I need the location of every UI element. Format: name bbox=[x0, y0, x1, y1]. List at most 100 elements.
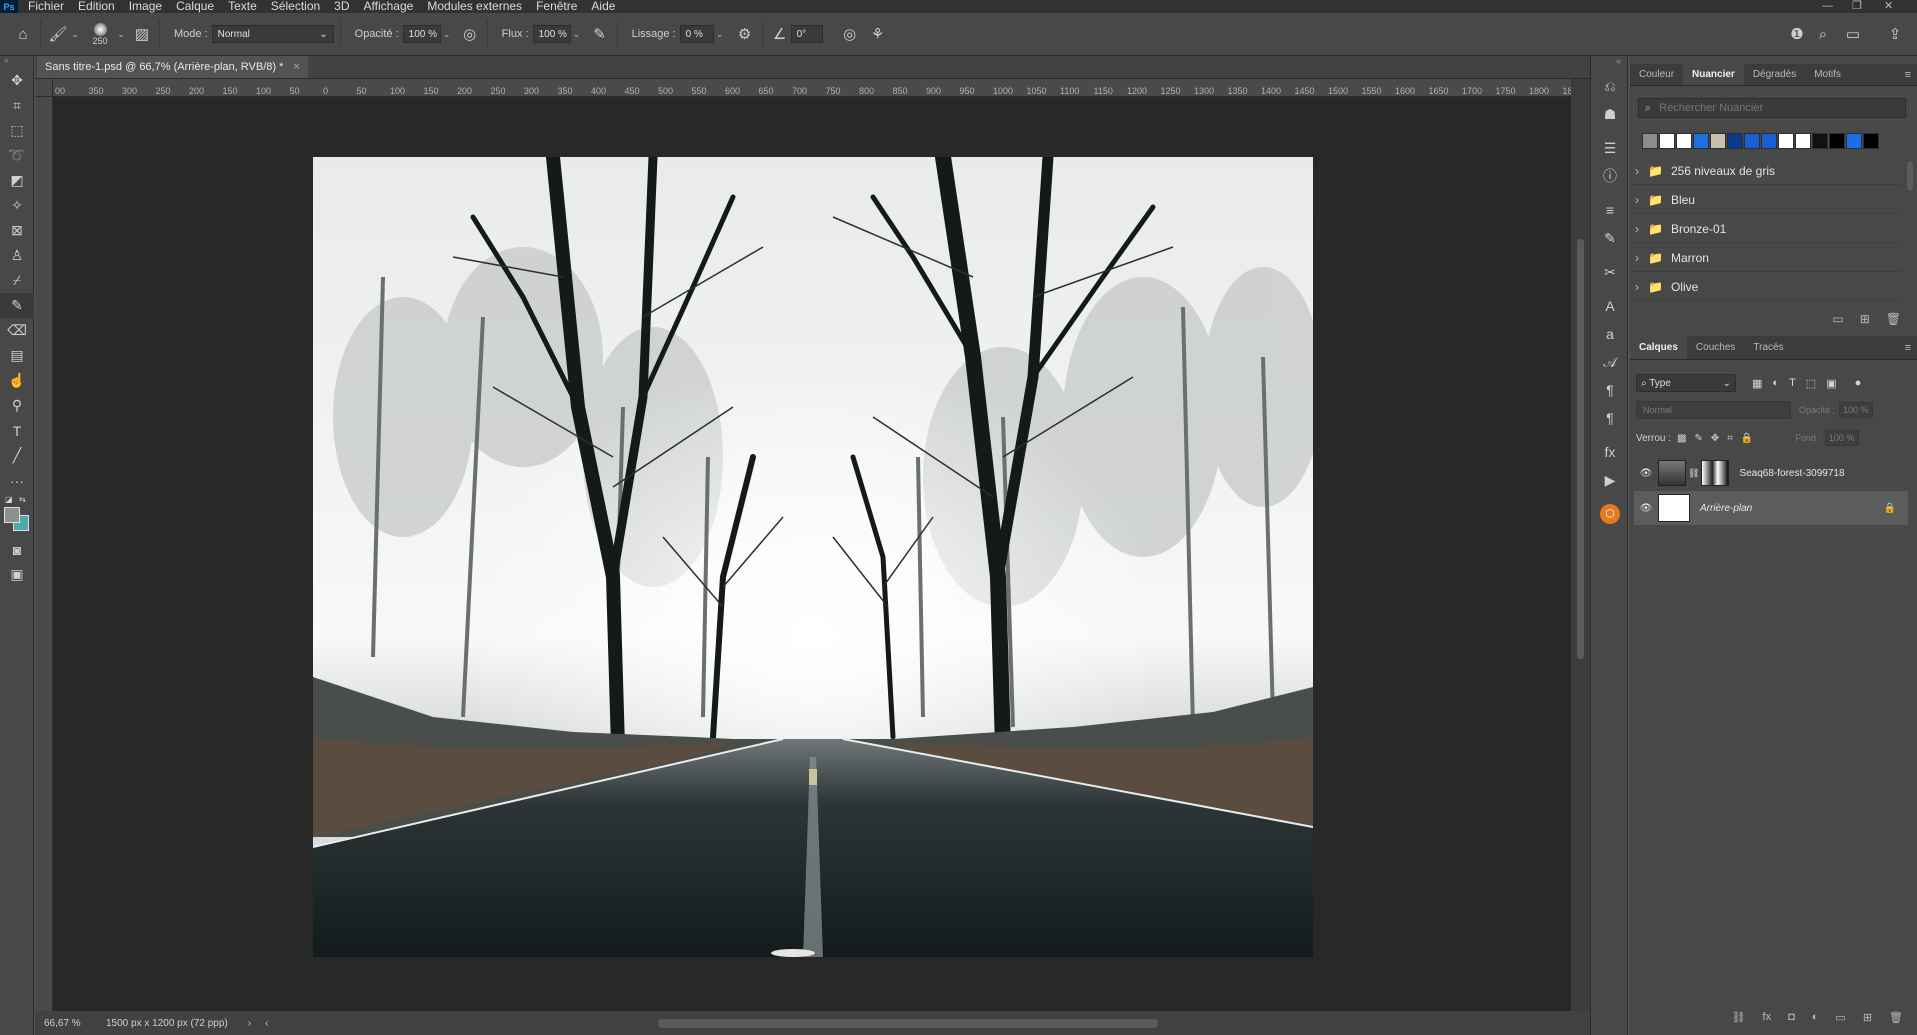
swatch-folder[interactable]: › 📁 Olive bbox=[1630, 273, 1902, 301]
color-swatch[interactable] bbox=[1659, 133, 1675, 149]
menu-modules-externes[interactable]: Modules externes bbox=[427, 0, 522, 13]
canvas-area[interactable] bbox=[53, 97, 1571, 1011]
tab-couleur[interactable]: Couleur bbox=[1630, 64, 1683, 85]
visibility-eye-icon[interactable]: 👁 bbox=[1634, 503, 1658, 514]
menu-edition[interactable]: Edition bbox=[78, 0, 115, 13]
link-layers-icon[interactable]: ⛓ bbox=[1732, 1011, 1746, 1024]
adjustments-icon[interactable]: ☰ bbox=[1591, 134, 1629, 162]
close-window-icon[interactable]: ✕ bbox=[1884, 0, 1893, 13]
filter-toggle-icon[interactable]: ● bbox=[1855, 377, 1862, 389]
glyphs-icon[interactable]: 𝒜 bbox=[1591, 348, 1629, 376]
marquee-tool-icon[interactable]: ⬚ bbox=[0, 118, 34, 143]
color-swatch[interactable] bbox=[1795, 133, 1811, 149]
tab-motifs[interactable]: Motifs bbox=[1805, 64, 1850, 85]
lock-all-icon[interactable]: 🔒 bbox=[1741, 433, 1753, 444]
pressure-size-icon[interactable]: ◎ bbox=[839, 23, 861, 45]
brushes-panel-icon[interactable]: ✎ bbox=[1591, 224, 1629, 252]
panel-menu-icon[interactable]: ≡ bbox=[1905, 336, 1917, 359]
swatch-folder[interactable]: › 📁 Bronze-01 bbox=[1630, 215, 1902, 243]
swatch-search-input[interactable] bbox=[1657, 101, 1878, 115]
color-swatch[interactable] bbox=[1829, 133, 1845, 149]
timeline-play-icon[interactable]: ▶ bbox=[1591, 466, 1629, 494]
flux-input[interactable]: 100 % bbox=[532, 25, 571, 43]
menu-texte[interactable]: Texte bbox=[228, 0, 257, 13]
new-swatch-icon[interactable]: ⊞ bbox=[1860, 312, 1870, 326]
color-picker[interactable]: ◪ ⇆ bbox=[0, 493, 33, 537]
angle-input[interactable]: 0° bbox=[790, 25, 823, 43]
tab-calques[interactable]: Calques bbox=[1630, 336, 1687, 359]
scroll-left-icon[interactable]: ‹ bbox=[265, 1018, 268, 1029]
color-swatch[interactable] bbox=[1761, 133, 1777, 149]
more-tools-icon[interactable]: ··· bbox=[0, 468, 34, 493]
menu-affichage[interactable]: Affichage bbox=[364, 0, 414, 13]
lock-pixels-icon[interactable]: ✎ bbox=[1694, 433, 1702, 444]
smoothing-input[interactable]: 0 % bbox=[679, 25, 714, 43]
color-swatch[interactable] bbox=[1744, 133, 1760, 149]
mode-select[interactable]: Normal ⌄ bbox=[211, 25, 334, 43]
minimize-icon[interactable]: — bbox=[1822, 0, 1833, 13]
default-colors-icon[interactable]: ◪ bbox=[5, 495, 13, 504]
menu-fichier[interactable]: Fichier bbox=[28, 0, 64, 13]
menu-3d[interactable]: 3D bbox=[334, 0, 349, 13]
visibility-eye-icon[interactable]: 👁 bbox=[1634, 468, 1658, 479]
character-styles-icon[interactable]: a bbox=[1591, 320, 1629, 348]
workspace-icon[interactable]: ▭ bbox=[1842, 23, 1864, 45]
chevron-down-icon[interactable]: ⌄ bbox=[714, 29, 726, 40]
move-tool-icon[interactable]: ✥ bbox=[0, 68, 34, 93]
color-swatch[interactable] bbox=[1863, 133, 1879, 149]
menu-calque[interactable]: Calque bbox=[176, 0, 214, 13]
chevron-down-icon[interactable]: ⌄ bbox=[441, 29, 453, 40]
menu-aide[interactable]: Aide bbox=[591, 0, 615, 13]
menu-selection[interactable]: Sélection bbox=[271, 0, 320, 13]
new-group-icon[interactable]: ▭ bbox=[1835, 1011, 1845, 1024]
symmetry-icon[interactable]: ⚘ bbox=[867, 23, 889, 45]
gradient-tool-icon[interactable]: ▤ bbox=[0, 343, 34, 368]
swap-colors-icon[interactable]: ⇆ bbox=[19, 495, 26, 504]
actions-icon[interactable]: ☗ bbox=[1591, 100, 1629, 128]
layer-name[interactable]: Arrière-plan bbox=[1700, 503, 1752, 514]
swatch-scroll-thumb[interactable] bbox=[1907, 161, 1913, 191]
info-icon[interactable]: ⓘ bbox=[1591, 162, 1629, 190]
tab-nuancier[interactable]: Nuancier bbox=[1683, 64, 1744, 85]
layer-row-selected[interactable]: 👁 Arrière-plan 🔒 bbox=[1634, 491, 1908, 525]
magic-wand-tool-icon[interactable]: ✧ bbox=[0, 193, 34, 218]
chevron-down-icon[interactable]: ⌄ bbox=[571, 29, 583, 40]
link-icon[interactable]: ⛓ bbox=[1688, 468, 1699, 479]
crop-tool-icon[interactable]: ⌗ bbox=[0, 93, 34, 118]
history-icon[interactable]: ⎌ bbox=[1591, 72, 1629, 100]
screen-mode-icon[interactable]: ▣ bbox=[0, 562, 34, 587]
paragraph-styles-icon[interactable]: ¶ bbox=[1591, 404, 1629, 432]
type-filter-icon[interactable]: T bbox=[1789, 377, 1796, 389]
quick-mask-icon[interactable]: ◙ bbox=[0, 537, 34, 562]
color-swatch[interactable] bbox=[1727, 133, 1743, 149]
learn-icon[interactable]: ❶ bbox=[1786, 23, 1808, 45]
vertical-scrollbar[interactable] bbox=[1571, 79, 1590, 1011]
ruler-origin[interactable] bbox=[35, 79, 53, 97]
trash-icon[interactable]: 🗑 bbox=[1886, 312, 1901, 326]
layer-mask-thumbnail[interactable] bbox=[1701, 460, 1730, 486]
eyedropper-tool-icon[interactable]: ⌿ bbox=[0, 268, 34, 293]
swatch-folder[interactable]: › 📁 Bleu bbox=[1630, 186, 1902, 214]
scroll-thumb[interactable] bbox=[1577, 239, 1584, 659]
collapse-panels-icon[interactable]: « bbox=[1591, 56, 1627, 72]
airbrush-icon[interactable]: ✎ bbox=[589, 23, 611, 45]
shape-filter-icon[interactable]: ⬚ bbox=[1806, 377, 1816, 390]
chevron-right-icon[interactable]: › bbox=[248, 1018, 251, 1029]
zoom-level[interactable]: 66,67 % bbox=[44, 1018, 102, 1029]
stamp-tool-icon[interactable]: ♙ bbox=[0, 243, 34, 268]
lock-artboard-icon[interactable]: ⌗ bbox=[1727, 433, 1733, 444]
adjustment-layer-icon[interactable]: ◐ bbox=[1812, 1011, 1819, 1023]
styles-icon[interactable]: fx bbox=[1591, 438, 1629, 466]
frame-tool-icon[interactable]: ⊠ bbox=[0, 218, 34, 243]
color-swatch[interactable] bbox=[1846, 133, 1862, 149]
opacity-input[interactable]: 100 % bbox=[402, 25, 441, 43]
clone-source-icon[interactable]: ✂ bbox=[1591, 258, 1629, 286]
layer-filter-select[interactable]: ⌕ Type ⌄ bbox=[1636, 374, 1736, 392]
chevron-down-icon[interactable]: ⌄ bbox=[115, 29, 127, 40]
character-icon[interactable]: A bbox=[1591, 292, 1629, 320]
color-swatch[interactable] bbox=[1812, 133, 1828, 149]
dodge-tool-icon[interactable]: ⚲ bbox=[0, 393, 34, 418]
pixel-filter-icon[interactable]: ▦ bbox=[1752, 377, 1762, 390]
document-tab[interactable]: Sans titre-1.psd @ 66,7% (Arrière-plan, … bbox=[37, 56, 308, 78]
color-swatch[interactable] bbox=[1710, 133, 1726, 149]
